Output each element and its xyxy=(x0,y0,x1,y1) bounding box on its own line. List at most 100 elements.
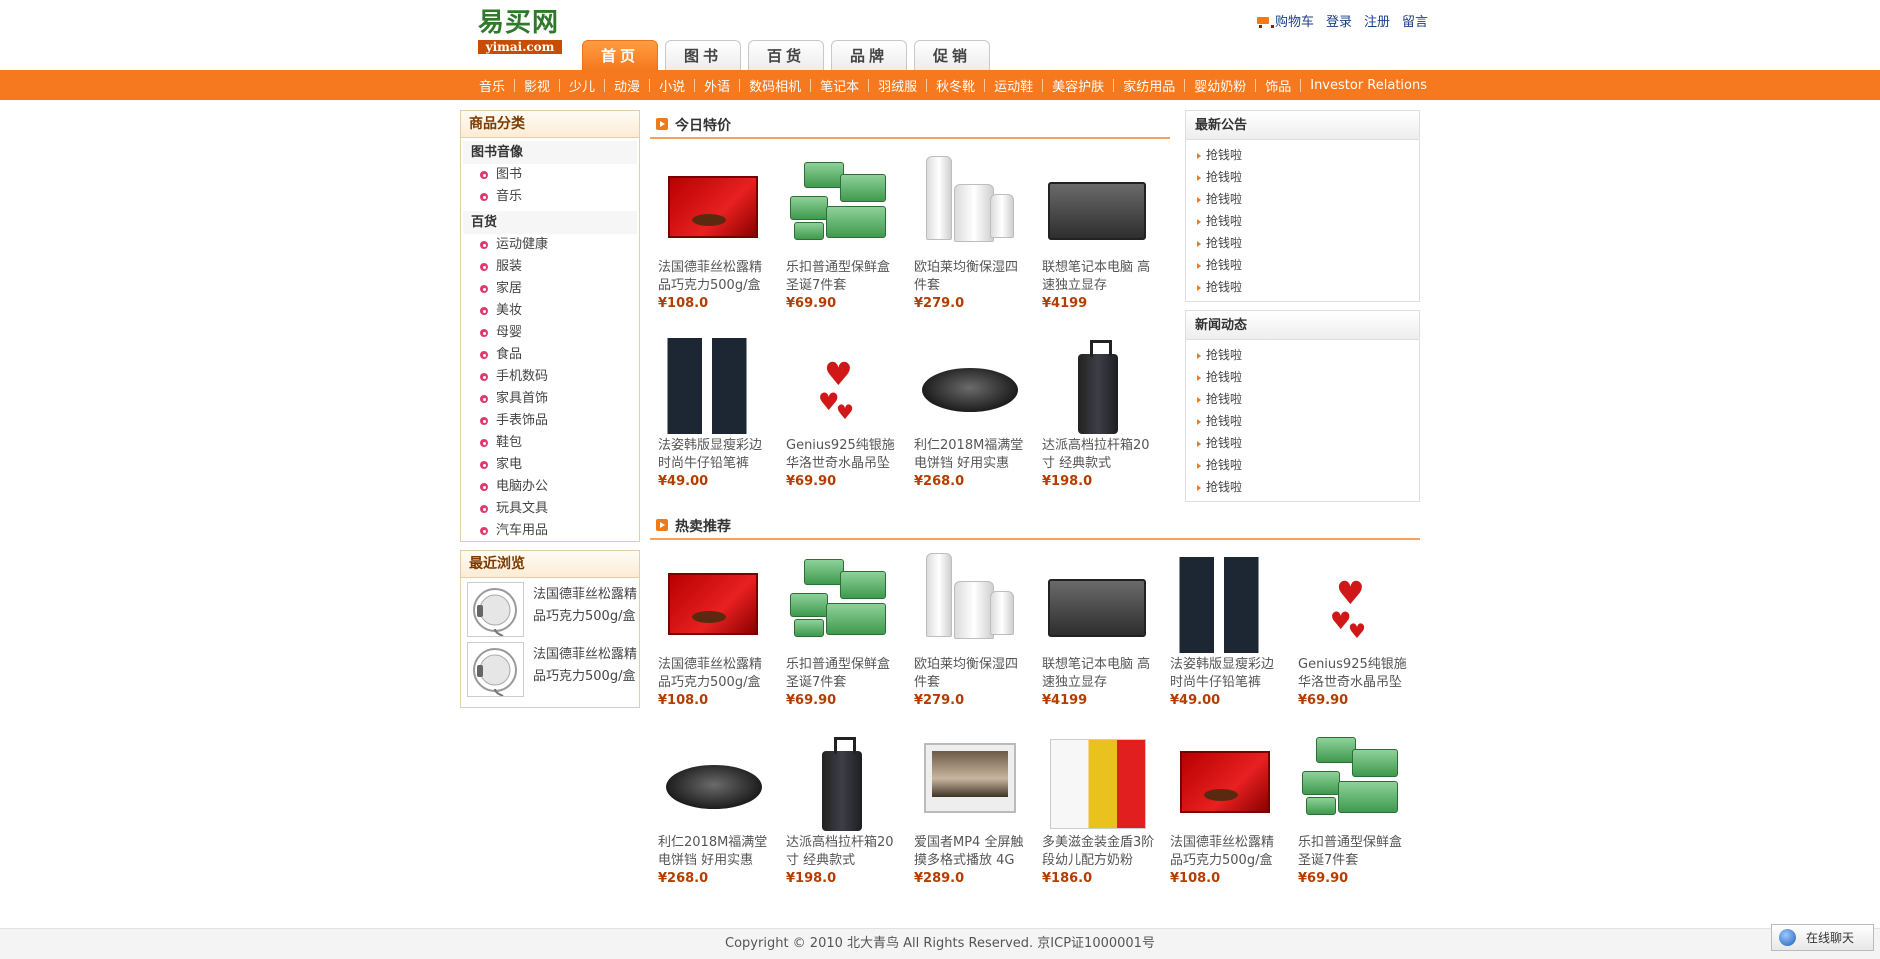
nav-item[interactable]: 美容护肤 xyxy=(1043,76,1113,95)
notice-item[interactable]: 抢钱啦 xyxy=(1186,188,1419,210)
nav-item[interactable]: 饰品 xyxy=(1256,76,1300,95)
product-image[interactable]: ♥ ♥ ♥ xyxy=(1298,553,1402,653)
category-item[interactable]: 家居 xyxy=(461,278,639,300)
product-card[interactable]: 利仁2018M福满堂电饼铛 好用实惠 ¥268.0 xyxy=(906,334,1026,494)
product-card[interactable]: 乐扣普通型保鲜盒圣诞7件套 ¥69.90 xyxy=(778,156,898,316)
product-name[interactable]: 联想笔记本电脑 高速独立显存 xyxy=(1042,259,1157,295)
product-image[interactable] xyxy=(1042,334,1146,434)
product-image[interactable] xyxy=(658,334,762,434)
product-card[interactable]: 法姿韩版显瘦彩边时尚牛仔铅笔裤 ¥49.00 xyxy=(650,334,770,494)
product-card[interactable]: 乐扣普通型保鲜盒圣诞7件套 ¥69.90 xyxy=(778,553,898,713)
category-item[interactable]: 手机数码 xyxy=(461,366,639,388)
product-image[interactable] xyxy=(914,553,1018,653)
recent-name[interactable]: 法国德菲丝松露精品巧克力500g/盒 xyxy=(533,644,637,688)
product-card[interactable]: 多美滋金装金盾3阶段幼儿配方奶粉 ¥186.0 xyxy=(1034,731,1154,891)
product-name[interactable]: 乐扣普通型保鲜盒圣诞7件套 xyxy=(786,656,901,692)
category-item[interactable]: 运动健康 xyxy=(461,234,639,256)
news-item[interactable]: 抢钱啦 xyxy=(1186,344,1419,366)
product-name[interactable]: 达派高档拉杆箱20寸 经典款式 xyxy=(786,834,901,870)
product-name[interactable]: 多美滋金装金盾3阶段幼儿配方奶粉 xyxy=(1042,834,1157,870)
product-image[interactable] xyxy=(1298,731,1402,831)
recent-item[interactable]: 法国德菲丝松露精品巧克力500g/盒 xyxy=(461,578,639,638)
product-image[interactable] xyxy=(786,553,890,653)
product-name[interactable]: 法国德菲丝松露精品巧克力500g/盒 xyxy=(658,656,773,692)
category-item[interactable]: 食品 xyxy=(461,344,639,366)
nav-item[interactable]: 婴幼奶粉 xyxy=(1185,76,1255,95)
notice-item[interactable]: 抢钱啦 xyxy=(1186,276,1419,298)
category-item[interactable]: 电脑办公 xyxy=(461,476,639,498)
product-name[interactable]: 欧珀莱均衡保湿四件套 xyxy=(914,656,1029,692)
category-item[interactable]: 汽车用品 xyxy=(461,520,639,542)
category-item[interactable]: 美妆 xyxy=(461,300,639,322)
product-image[interactable] xyxy=(658,553,762,653)
product-name[interactable]: 法姿韩版显瘦彩边时尚牛仔铅笔裤 xyxy=(658,437,773,473)
product-card[interactable]: ♥ ♥ ♥ Genius925纯银施华洛世奇水晶吊坠 ¥69.90 xyxy=(1290,553,1410,713)
nav-item[interactable]: 小说 xyxy=(650,76,694,95)
product-name[interactable]: 联想笔记本电脑 高速独立显存 xyxy=(1042,656,1157,692)
product-image[interactable] xyxy=(914,731,1018,831)
product-image[interactable] xyxy=(1042,553,1146,653)
product-image[interactable] xyxy=(658,731,762,831)
product-image[interactable] xyxy=(1170,553,1274,653)
product-card[interactable]: 欧珀莱均衡保湿四件套 ¥279.0 xyxy=(906,553,1026,713)
category-item[interactable]: 鞋包 xyxy=(461,432,639,454)
category-item[interactable]: 玩具文具 xyxy=(461,498,639,520)
tab-promo[interactable]: 促销 xyxy=(914,40,990,70)
product-name[interactable]: Genius925纯银施华洛世奇水晶吊坠 xyxy=(786,437,901,473)
nav-item[interactable]: 数码相机 xyxy=(740,76,810,95)
news-item[interactable]: 抢钱啦 xyxy=(1186,366,1419,388)
product-card[interactable]: 达派高档拉杆箱20寸 经典款式 ¥198.0 xyxy=(778,731,898,891)
news-item[interactable]: 抢钱啦 xyxy=(1186,410,1419,432)
tab-books[interactable]: 图书 xyxy=(665,40,741,70)
product-card[interactable]: 法国德菲丝松露精品巧克力500g/盒 ¥108.0 xyxy=(650,553,770,713)
recent-name[interactable]: 法国德菲丝松露精品巧克力500g/盒 xyxy=(533,584,637,628)
message-link[interactable]: 留言 xyxy=(1402,11,1428,30)
product-name[interactable]: 法姿韩版显瘦彩边时尚牛仔铅笔裤 xyxy=(1170,656,1285,692)
notice-item[interactable]: 抢钱啦 xyxy=(1186,254,1419,276)
product-name[interactable]: 欧珀莱均衡保湿四件套 xyxy=(914,259,1029,295)
product-name[interactable]: 利仁2018M福满堂电饼铛 好用实惠 xyxy=(914,437,1029,473)
category-item[interactable]: 手表饰品 xyxy=(461,410,639,432)
notice-item[interactable]: 抢钱啦 xyxy=(1186,166,1419,188)
cart-link[interactable]: 购物车 xyxy=(1256,11,1314,30)
product-name[interactable]: 利仁2018M福满堂电饼铛 好用实惠 xyxy=(658,834,773,870)
category-item[interactable]: 音乐 xyxy=(461,186,639,208)
product-image[interactable] xyxy=(1042,731,1146,831)
online-chat-button[interactable]: 在线聊天 xyxy=(1771,924,1874,951)
product-image[interactable] xyxy=(914,334,1018,434)
product-image[interactable] xyxy=(1042,156,1146,256)
tab-home[interactable]: 首页 xyxy=(582,40,658,71)
product-name[interactable]: 乐扣普通型保鲜盒圣诞7件套 xyxy=(1298,834,1413,870)
product-card[interactable]: 利仁2018M福满堂电饼铛 好用实惠 ¥268.0 xyxy=(650,731,770,891)
product-image[interactable] xyxy=(658,156,762,256)
nav-item[interactable]: 运动鞋 xyxy=(985,76,1042,95)
product-name[interactable]: 乐扣普通型保鲜盒圣诞7件套 xyxy=(786,259,901,295)
notice-item[interactable]: 抢钱啦 xyxy=(1186,144,1419,166)
recent-item[interactable]: 法国德菲丝松露精品巧克力500g/盒 xyxy=(461,638,639,698)
product-card[interactable]: 达派高档拉杆箱20寸 经典款式 ¥198.0 xyxy=(1034,334,1154,494)
product-card[interactable]: 法国德菲丝松露精品巧克力500g/盒 ¥108.0 xyxy=(650,156,770,316)
nav-item[interactable]: 外语 xyxy=(695,76,739,95)
news-item[interactable]: 抢钱啦 xyxy=(1186,432,1419,454)
product-card[interactable]: 乐扣普通型保鲜盒圣诞7件套 ¥69.90 xyxy=(1290,731,1410,891)
news-item[interactable]: 抢钱啦 xyxy=(1186,476,1419,498)
nav-item[interactable]: 音乐 xyxy=(470,76,514,95)
product-image[interactable] xyxy=(914,156,1018,256)
news-item[interactable]: 抢钱啦 xyxy=(1186,388,1419,410)
tab-brands[interactable]: 品牌 xyxy=(831,40,907,70)
news-item[interactable]: 抢钱啦 xyxy=(1186,454,1419,476)
nav-item[interactable]: 少儿 xyxy=(560,76,604,95)
tab-general[interactable]: 百货 xyxy=(748,40,824,70)
category-item[interactable]: 服装 xyxy=(461,256,639,278)
product-name[interactable]: 达派高档拉杆箱20寸 经典款式 xyxy=(1042,437,1157,473)
product-image[interactable] xyxy=(786,731,890,831)
product-card[interactable]: 法姿韩版显瘦彩边时尚牛仔铅笔裤 ¥49.00 xyxy=(1162,553,1282,713)
nav-item[interactable]: 动漫 xyxy=(605,76,649,95)
product-name[interactable]: 爱国者MP4 全屏触摸多格式播放 4G xyxy=(914,834,1029,870)
register-link[interactable]: 注册 xyxy=(1364,11,1390,30)
product-name[interactable]: 法国德菲丝松露精品巧克力500g/盒 xyxy=(1170,834,1285,870)
nav-item[interactable]: 羽绒服 xyxy=(869,76,926,95)
nav-item[interactable]: Investor Relations xyxy=(1301,78,1436,93)
product-name[interactable]: Genius925纯银施华洛世奇水晶吊坠 xyxy=(1298,656,1413,692)
category-item[interactable]: 家电 xyxy=(461,454,639,476)
